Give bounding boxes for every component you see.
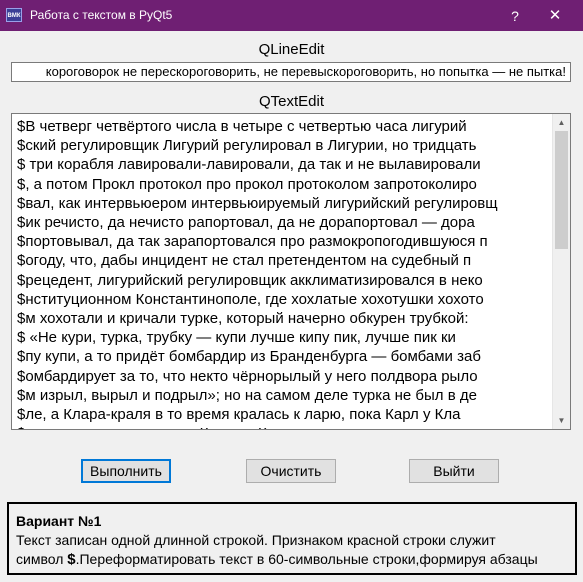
text-line: $ле, а Клара-краля в то время кралась к … [17, 406, 461, 424]
text-line: $ры кораллы крал, за что Клара у Карла у… [17, 424, 549, 429]
vertical-scrollbar[interactable]: ▲ ▼ [552, 114, 570, 429]
text-line: $рецедент, лигурийский регулировщик аккл… [17, 271, 483, 289]
variant-line2-prefix: символ [16, 551, 68, 567]
execute-button[interactable]: Выполнить [81, 459, 171, 483]
variant-box: Вариант №1 Текст записан одной длинной с… [7, 502, 577, 575]
variant-symbol: $ [67, 551, 76, 568]
scroll-up-arrow-icon[interactable]: ▲ [553, 114, 570, 131]
text-line: $м изрыл, вырыл и подрыл»; но на самом д… [17, 386, 477, 404]
close-button[interactable]: ✕ [545, 6, 565, 26]
text-line: $портовывал, да так зарапортовался про р… [17, 233, 488, 251]
text-edit-area[interactable]: $В четверг четвёртого числа в четыре с ч… [11, 113, 571, 430]
text-line: $вал, как интервьюером интервьюируемый л… [17, 194, 498, 212]
variant-title: Вариант №1 [16, 513, 102, 529]
line-edit-label: QLineEdit [258, 41, 325, 58]
app-icon: ВМК [6, 8, 22, 22]
variant-description-line2: символ $.Переформатировать текст в 60-си… [16, 550, 538, 569]
text-line: $огоду, что, дабы инцидент не стал прете… [17, 252, 472, 270]
text-line: $нституционном Константинополе, где хохл… [17, 290, 484, 308]
text-edit-label: QTextEdit [258, 93, 325, 110]
help-button[interactable]: ? [505, 6, 525, 26]
scroll-down-arrow-icon[interactable]: ▼ [553, 412, 570, 429]
text-line: $, а потом Прокл протокол про прокол про… [17, 175, 477, 193]
variant-line2-suffix: .Переформатировать текст в 60-символьные… [75, 551, 538, 567]
text-line: $ик речисто, да нечисто рапортовал, да н… [17, 214, 475, 232]
text-edit-content: $В четверг четвёртого числа в четыре с ч… [17, 117, 549, 429]
text-line: $м хохотали и кричали турке, который нач… [17, 310, 469, 328]
title-bar[interactable]: ВМК Работа с текстом в PyQt5 ? ✕ [0, 0, 583, 31]
variant-description-line1: Текст записан одной длинной строкой. При… [16, 532, 496, 548]
line-edit-value: короговорок не перескороговорить, не пер… [45, 64, 566, 79]
clear-button[interactable]: Очистить [246, 459, 336, 483]
text-line: $ «Не кури, турка, трубку — купи лучше к… [17, 329, 456, 347]
text-line: $В четверг четвёртого числа в четыре с ч… [17, 118, 467, 135]
scrollbar-thumb[interactable] [555, 131, 568, 249]
window-title: Работа с текстом в PyQt5 [30, 8, 173, 22]
exit-button[interactable]: Выйти [409, 459, 499, 483]
text-line: $пу купи, а то придёт бомбардир из Бранд… [17, 348, 481, 366]
text-line: $ский регулировщик Лигурий регулировал в… [17, 137, 477, 155]
line-edit-input[interactable]: короговорок не перескороговорить, не пер… [11, 62, 571, 82]
text-line: $ три корабля лавировали-лавировали, да … [17, 156, 481, 174]
text-line: $омбардирует за то, что некто чёрнорылый… [17, 367, 478, 385]
